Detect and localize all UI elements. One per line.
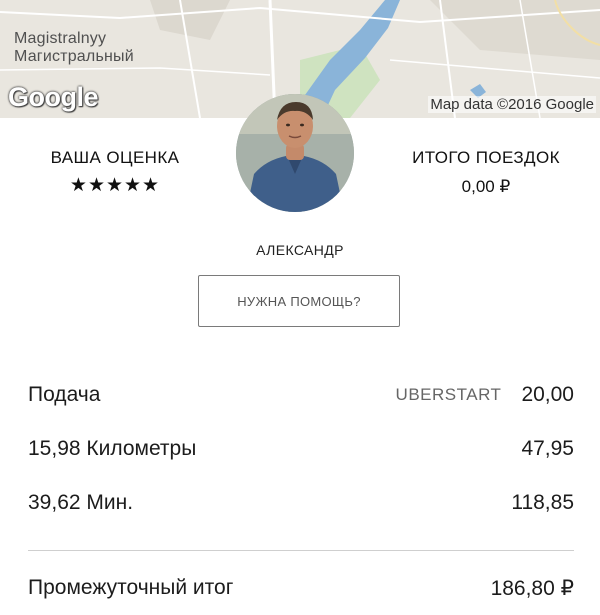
fare-row-amount: 118,85 bbox=[511, 491, 574, 514]
driver-avatar bbox=[236, 94, 354, 212]
fare-divider bbox=[28, 550, 574, 551]
fare-row-pickup: Подача UBERSTART 20,00 bbox=[28, 368, 574, 422]
trips-title: ИТОГО ПОЕЗДОК bbox=[412, 148, 560, 167]
rating-section: ВАША ОЦЕНКА ★★★★★ bbox=[30, 148, 200, 197]
map-place-latin: Magistralnyy bbox=[14, 30, 107, 47]
map-place-cyrillic: Магистральный bbox=[14, 48, 134, 65]
fare-row-label: 39,62 Мин. bbox=[28, 491, 134, 514]
fare-row-time: 39,62 Мин. 118,85 bbox=[28, 476, 574, 530]
fare-row-amount: 47,95 bbox=[521, 437, 574, 460]
rating-stars[interactable]: ★★★★★ bbox=[30, 174, 200, 197]
promo-code: UBERSTART bbox=[395, 385, 502, 404]
google-logo: Google bbox=[8, 82, 99, 112]
fare-row-label: Подача bbox=[28, 383, 101, 406]
trips-section: ИТОГО ПОЕЗДОК 0,00 ₽ bbox=[396, 148, 576, 197]
fare-row-amount: 20,00 bbox=[521, 383, 574, 406]
trips-value: 0,00 ₽ bbox=[461, 177, 511, 196]
rating-title: ВАША ОЦЕНКА bbox=[50, 148, 180, 167]
subtotal-label: Промежуточный итог bbox=[28, 576, 234, 599]
fare-breakdown: Подача UBERSTART 20,00 15,98 Километры 4… bbox=[28, 368, 574, 615]
map-place-label: Magistralnyy Магистральный bbox=[14, 30, 134, 66]
map-attribution: Map data ©2016 Google bbox=[428, 96, 596, 113]
subtotal-amount: 186,80 ₽ bbox=[490, 576, 574, 600]
receipt-card: ВАША ОЦЕНКА ★★★★★ ИТОГО ПОЕЗДОК 0,00 ₽ А… bbox=[0, 94, 600, 600]
driver-name: АЛЕКСАНДР bbox=[256, 242, 344, 258]
fare-row-subtotal: Промежуточный итог 186,80 ₽ bbox=[28, 561, 574, 615]
driver-photo bbox=[236, 94, 354, 212]
fare-row-label: 15,98 Километры bbox=[28, 437, 197, 460]
fare-row-distance: 15,98 Километры 47,95 bbox=[28, 422, 574, 476]
help-button[interactable]: НУЖНА ПОМОЩЬ? bbox=[198, 275, 400, 327]
